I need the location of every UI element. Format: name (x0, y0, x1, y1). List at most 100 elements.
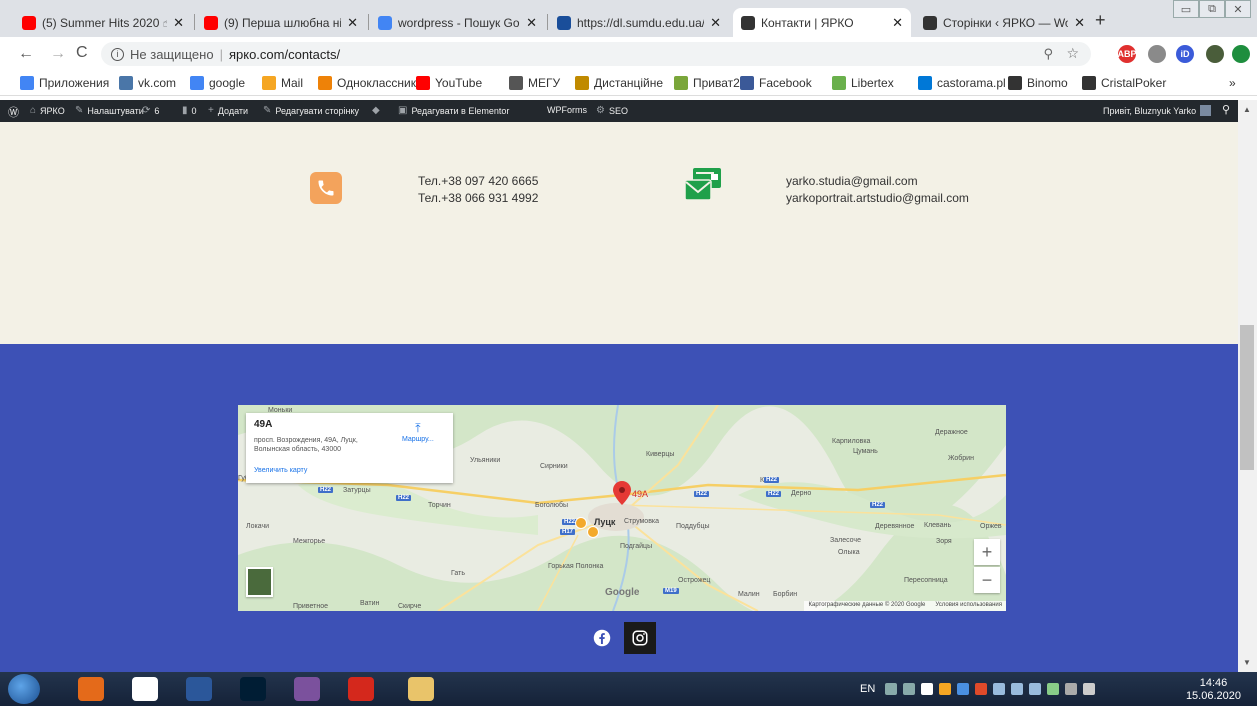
bookmark-mail[interactable]: Mail (262, 76, 303, 90)
bookmark-apps[interactable]: Приложения (20, 76, 109, 90)
poi-marker-icon[interactable] (575, 517, 587, 529)
bookmark-ok[interactable]: Одноклассники (318, 76, 423, 90)
bookmark-google[interactable]: google (190, 76, 245, 90)
map-pin-icon[interactable] (613, 481, 631, 508)
email-1[interactable]: yarko.studia@gmail.com (786, 173, 969, 190)
scrollbar-thumb[interactable] (1240, 325, 1254, 470)
tab-5[interactable]: Контакти | ЯРКО ✕ (733, 8, 911, 37)
admin-item-8[interactable]: ▣ Редагувати в Elementor (398, 105, 509, 116)
tab-close-icon[interactable]: ✕ (347, 15, 358, 31)
wordpress-logo-icon[interactable]: Ⓦ (8, 104, 19, 120)
update-icon[interactable] (1232, 45, 1250, 63)
tray-icon[interactable] (975, 683, 987, 695)
minimize-button[interactable]: ▭ (1173, 0, 1199, 18)
bookmark-star-icon[interactable]: ☆ (1066, 45, 1079, 62)
media-player-taskbar-button[interactable] (70, 675, 112, 703)
maximize-button[interactable]: ⧉ (1199, 0, 1225, 18)
admin-item-5[interactable]: + Додати (208, 105, 248, 116)
reload-icon[interactable]: C (76, 44, 88, 62)
tab-close-icon[interactable]: ✕ (173, 15, 184, 31)
admin-item-10[interactable]: ⚙ SEO (596, 105, 628, 116)
poi-marker-icon[interactable] (587, 526, 599, 538)
tray-icon[interactable] (993, 683, 1005, 695)
scroll-up-arrow-icon[interactable]: ▲ (1243, 105, 1251, 114)
tab-1[interactable]: (5) Summer Hits 2020 ☝ ✕ (14, 8, 192, 37)
satellite-toggle[interactable] (246, 567, 273, 597)
tray-icon[interactable] (1029, 683, 1041, 695)
forward-arrow-icon[interactable]: → (50, 45, 66, 63)
bookmark-libertex[interactable]: Libertex (832, 76, 894, 90)
chrome-taskbar-button[interactable] (124, 675, 166, 703)
zoom-icon[interactable]: ⚲ (1043, 46, 1053, 62)
instagram-button[interactable] (624, 622, 656, 654)
file-explorer-taskbar-button[interactable] (400, 675, 442, 703)
bookmark-distance[interactable]: Дистанційне (575, 76, 663, 90)
clock[interactable]: 14:46 15.06.2020 (1186, 677, 1241, 703)
tab-2[interactable]: (9) Перша шлюбна ніч г ✕ (196, 8, 366, 37)
tray-icon[interactable] (903, 683, 915, 695)
admin-item-2[interactable]: ✎ Налаштувати (75, 105, 144, 116)
bookmark-castorama[interactable]: castorama.pl (918, 76, 1006, 90)
abp-icon[interactable]: ABP (1118, 45, 1137, 63)
tab-6[interactable]: Сторінки ‹ ЯРКО — Wor ✕ (915, 8, 1093, 37)
viber-taskbar-button[interactable] (286, 675, 328, 703)
profile-avatar-icon[interactable] (1206, 45, 1224, 63)
tab-4[interactable]: https://dl.sumdu.edu.ua/ ✕ (549, 8, 729, 37)
facebook-icon (740, 76, 754, 90)
bookmark-youtube[interactable]: YouTube (416, 76, 482, 90)
tray-icon[interactable] (957, 683, 969, 695)
zoom-in-button[interactable]: + (974, 539, 1000, 565)
admin-item-6[interactable]: ✎ Редагувати сторінку (263, 105, 359, 116)
tray-icon[interactable] (1011, 683, 1023, 695)
page-scrollbar[interactable]: ▲ ▼ (1238, 100, 1257, 672)
back-arrow-icon[interactable]: ← (18, 45, 34, 63)
admin-item-4[interactable]: ▮ 0 (182, 105, 197, 116)
tray-icon[interactable] (1065, 683, 1077, 695)
language-indicator[interactable]: EN (860, 672, 875, 706)
extension-icon[interactable] (1148, 45, 1166, 63)
tray-icon[interactable] (885, 683, 897, 695)
tray-icon[interactable] (939, 683, 951, 695)
bookmark-megu[interactable]: МЕГУ (509, 76, 560, 90)
close-window-button[interactable]: ✕ (1225, 0, 1251, 18)
new-tab-button[interactable]: + (1095, 10, 1106, 31)
admin-item-9[interactable]: WPForms (547, 105, 587, 115)
admin-greeting[interactable]: Привіт, Bluznyuk Yarko (1103, 105, 1212, 116)
zoom-out-button[interactable]: − (974, 567, 1000, 593)
address-bar[interactable]: i Не защищено | ярко.com/contacts/ ⚲ ☆ (101, 42, 1091, 66)
admin-search-icon[interactable]: ⚲ (1222, 103, 1230, 116)
tray-icon[interactable] (1083, 683, 1095, 695)
facebook-button[interactable] (586, 622, 618, 654)
id-icon[interactable]: iD (1176, 45, 1194, 63)
tray-icon[interactable] (1047, 683, 1059, 695)
bookmark-facebook[interactable]: Facebook (740, 76, 812, 90)
directions-button[interactable]: ⤒ Маршру... (402, 421, 434, 443)
tab-3[interactable]: wordpress - Пошук Goog ✕ (370, 8, 545, 37)
bookmark-poker[interactable]: CristalPoker (1082, 76, 1166, 90)
map-terms-link[interactable]: Условия использования (935, 602, 1002, 608)
tab-close-icon[interactable]: ✕ (710, 15, 721, 31)
bookmark-privat[interactable]: Приват24 (674, 76, 747, 90)
info-icon[interactable]: i (111, 47, 124, 61)
tab-close-icon[interactable]: ✕ (1074, 15, 1085, 31)
google-map[interactable]: Моньки Ульяники Сирники Затурцы Торчин Боголю… (238, 405, 1006, 611)
bookmarks-overflow-button[interactable]: » (1229, 76, 1236, 90)
photoshop-taskbar-button[interactable] (232, 675, 274, 703)
start-button[interactable] (8, 674, 40, 704)
bookmark-binomo[interactable]: Binomo (1008, 76, 1068, 90)
word-taskbar-button[interactable] (178, 675, 220, 703)
phone-number-2[interactable]: Тел.+38 066 931 4992 (418, 190, 538, 207)
bookmark-vk[interactable]: vk.com (119, 76, 176, 90)
tab-close-icon[interactable]: ✕ (892, 15, 903, 31)
phone-number-1[interactable]: Тел.+38 097 420 6665 (418, 173, 538, 190)
tab-close-icon[interactable]: ✕ (526, 15, 537, 31)
enlarge-map-link[interactable]: Увеличить карту (254, 467, 307, 474)
admin-item-3[interactable]: ⟳ 6 (142, 105, 159, 116)
email-2[interactable]: yarkoportrait.artstudio@gmail.com (786, 190, 969, 207)
scroll-down-arrow-icon[interactable]: ▼ (1243, 658, 1251, 667)
admin-item-1[interactable]: ⌂ ЯРКО (30, 105, 65, 116)
acrobat-taskbar-button[interactable] (340, 675, 382, 703)
admin-item-7[interactable]: ◆ (372, 105, 384, 116)
tray-icon[interactable] (921, 683, 933, 695)
directions-label: Маршру... (402, 436, 434, 443)
